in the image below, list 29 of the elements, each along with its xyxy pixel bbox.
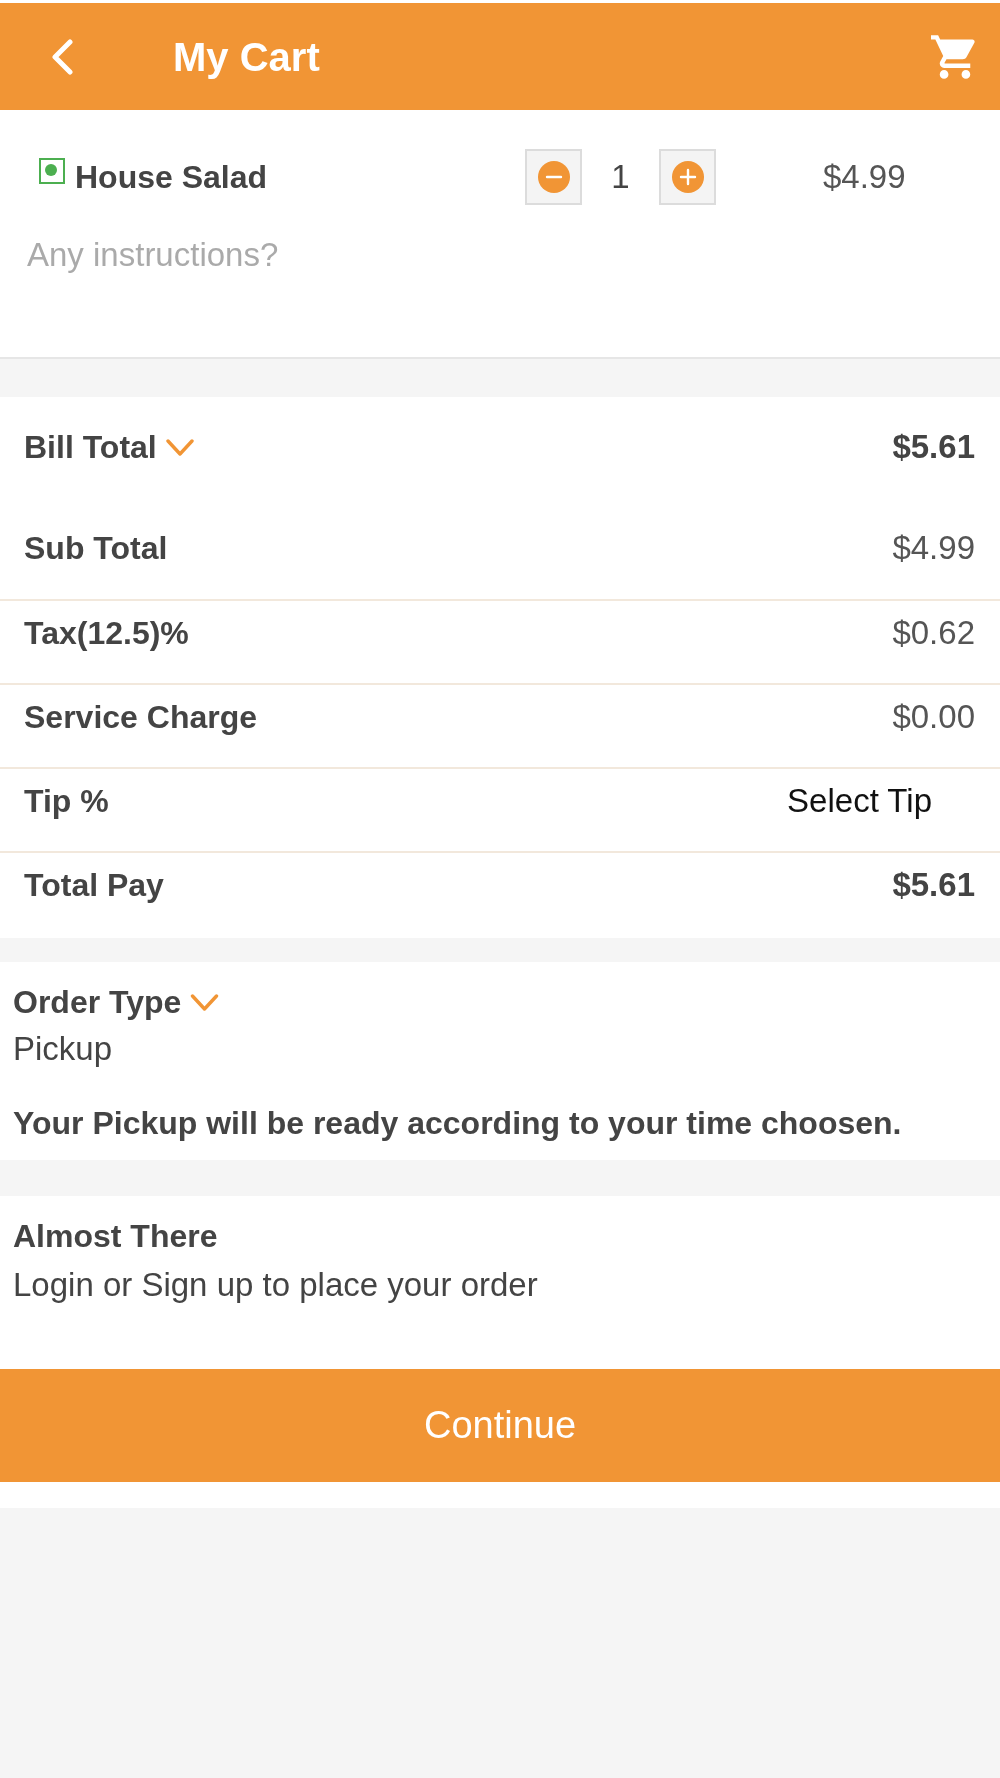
chevron-down-icon[interactable] <box>190 993 220 1011</box>
item-name: House Salad <box>75 157 268 197</box>
amount-value: $0.00 <box>892 697 975 737</box>
bill-row-label: Tip % <box>24 782 109 821</box>
pickup-note: Your Pickup will be ready according to your time choosen. <box>13 1104 903 1143</box>
order-type-value: Pickup <box>13 1029 114 1069</box>
minus-icon <box>537 160 570 193</box>
quantity-value: 1 <box>611 156 630 197</box>
page-title: My Cart <box>173 33 320 81</box>
bill-row-label: Tax(12.5)% <box>24 614 189 653</box>
bill-row-label: Total Pay <box>24 866 164 905</box>
order-type-title: Order Type <box>13 983 182 1022</box>
instructions-field[interactable]: Any instructions? <box>27 233 927 277</box>
tip-select[interactable]: Select Tip <box>787 781 932 821</box>
amount-value: $5.61 <box>892 865 975 905</box>
bill-row-label: Service Charge <box>24 698 257 737</box>
login-title: Almost There <box>13 1217 219 1256</box>
bill-total-label: Bill Total <box>24 428 157 467</box>
amount-value: $4.99 <box>892 528 975 568</box>
login-text: Login or Sign up to place your order <box>13 1265 539 1305</box>
amount-value: $0.62 <box>892 613 975 653</box>
chevron-down-icon[interactable] <box>165 438 194 456</box>
increase-button[interactable] <box>659 148 716 205</box>
item-price: $4.99 <box>823 156 906 197</box>
bill-total-value: $5.61 <box>892 427 975 467</box>
plus-icon <box>671 160 704 193</box>
chevron-left-icon <box>51 38 73 75</box>
bill-row-label: Sub Total <box>24 529 168 568</box>
decrease-button[interactable] <box>525 148 582 205</box>
